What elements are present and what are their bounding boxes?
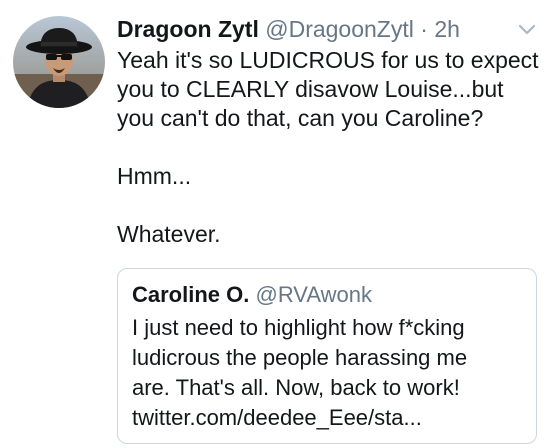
author-handle[interactable]: @DragoonZytl xyxy=(265,16,414,42)
tweet-text: Yeah it's so LUDICROUS for us to expect … xyxy=(117,46,542,249)
author-display-name[interactable]: Dragoon Zytl xyxy=(117,16,259,42)
tweet-text-line: you to CLEARLY disavow Louise...but xyxy=(117,76,504,102)
quoted-author-display-name: Caroline O. xyxy=(132,282,250,307)
user-avatar-icon xyxy=(13,16,105,108)
quoted-text-line: ludicrous the people harassing me xyxy=(132,345,468,370)
avatar[interactable] xyxy=(13,16,105,108)
tweet: Dragoon Zytl @DragoonZytl · 2h Yeah it's… xyxy=(0,0,554,448)
quoted-text-line: are. That's all. Now, back to work! xyxy=(132,375,460,400)
tweet-text-line: Whatever. xyxy=(117,221,221,247)
quoted-author-handle: @RVAwonk xyxy=(255,282,372,307)
tweet-text-line: Hmm... xyxy=(117,163,192,189)
tweet-text-line: you can't do that, can you Caroline? xyxy=(117,105,484,131)
tweet-text-line: Yeah it's so LUDICROUS for us to expect xyxy=(117,47,539,73)
quoted-text-link[interactable]: twitter.com/deedee_Eee/sta... xyxy=(132,403,527,433)
quoted-tweet-card[interactable]: Caroline O. @RVAwonk I just need to high… xyxy=(117,268,537,444)
tweet-menu-button[interactable] xyxy=(515,20,539,40)
quoted-text-line: I just need to highlight how f*cking xyxy=(132,315,465,340)
quoted-tweet-header: Caroline O. @RVAwonk xyxy=(132,281,372,309)
tweet-header: Dragoon Zytl @DragoonZytl · 2h xyxy=(117,14,460,44)
chevron-down-icon xyxy=(518,24,536,35)
header-separator: · xyxy=(420,16,428,42)
tweet-timestamp[interactable]: 2h xyxy=(434,16,460,42)
quoted-tweet-text: I just need to highlight how f*cking lud… xyxy=(132,313,527,433)
